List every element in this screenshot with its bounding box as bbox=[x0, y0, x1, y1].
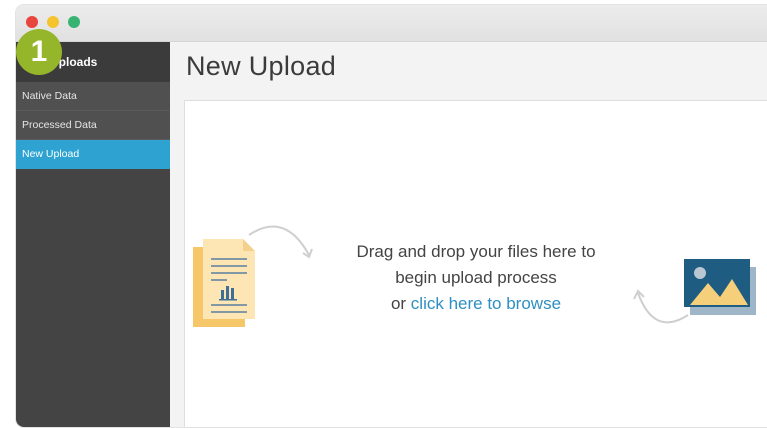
page-title: New Upload bbox=[186, 51, 337, 81]
sidebar-item-processed-data[interactable]: Processed Data bbox=[16, 111, 170, 140]
or-text: or bbox=[390, 294, 411, 313]
upload-dropzone[interactable]: Drag and drop your files here to begin u… bbox=[184, 100, 767, 427]
image-icon bbox=[684, 259, 756, 315]
window-titlebar bbox=[16, 5, 767, 42]
app-window: Uploads Native Data Processed Data New U… bbox=[16, 5, 767, 427]
sidebar-item-new-upload[interactable]: New Upload bbox=[16, 140, 170, 169]
browse-link[interactable]: click here to browse bbox=[411, 294, 561, 313]
maximize-window-button[interactable] bbox=[68, 16, 80, 28]
dropzone-line-1: Drag and drop your files here to bbox=[356, 242, 596, 261]
curved-arrow-icon bbox=[633, 289, 689, 324]
sidebar: Uploads Native Data Processed Data New U… bbox=[16, 42, 170, 427]
main-content: New Upload Drag and drop your files here… bbox=[170, 42, 767, 427]
minimize-window-button[interactable] bbox=[47, 16, 59, 28]
sidebar-item-native-data[interactable]: Native Data bbox=[16, 82, 170, 111]
close-window-button[interactable] bbox=[26, 16, 38, 28]
step-number-badge: 1 bbox=[16, 29, 62, 75]
